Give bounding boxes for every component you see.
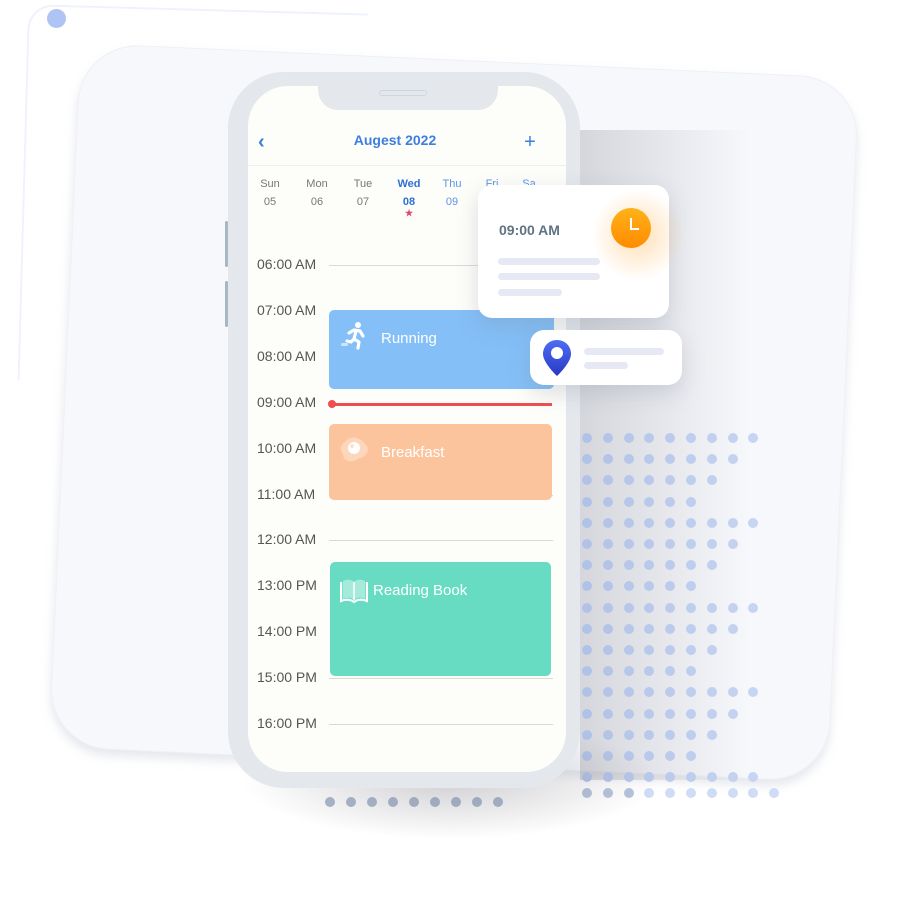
event-running[interactable]: Running bbox=[329, 310, 554, 389]
fried-egg-icon bbox=[340, 437, 368, 462]
running-person-icon bbox=[341, 322, 365, 350]
hour-label: 14:00 PM bbox=[257, 623, 317, 640]
pattern-dot bbox=[727, 788, 738, 798]
hour-gridline bbox=[329, 540, 553, 542]
hour-label: 16:00 PM bbox=[257, 715, 317, 731]
hour-label: 09:00 AM bbox=[257, 393, 317, 410]
volume-up-button bbox=[225, 221, 228, 267]
plus-icon: + bbox=[524, 131, 536, 153]
open-book-icon bbox=[340, 579, 368, 604]
hour-label: 10:00 AM bbox=[257, 439, 317, 456]
placeholder-line bbox=[584, 348, 664, 355]
day-thu[interactable]: Thu 09 bbox=[432, 178, 472, 208]
day-number: 05 bbox=[263, 196, 277, 208]
event-reading-book[interactable]: Reading Book bbox=[330, 562, 551, 676]
day-tue[interactable]: Tue 07 bbox=[343, 178, 383, 208]
hour-label: 13:00 PM bbox=[257, 577, 317, 594]
hour-label: 08:00 AM bbox=[257, 347, 317, 364]
day-mon[interactable]: Mon 06 bbox=[297, 178, 337, 208]
placeholder-line bbox=[498, 289, 562, 296]
hour-gridline bbox=[329, 678, 553, 680]
event-title: Reading Book bbox=[373, 582, 468, 599]
pattern-dot bbox=[706, 788, 717, 798]
clock-icon bbox=[611, 208, 651, 248]
day-name: Tue bbox=[353, 178, 373, 190]
hour-label: 12:00 AM bbox=[257, 531, 317, 548]
day-sun[interactable]: Sun 05 bbox=[250, 178, 290, 208]
event-title: Breakfast bbox=[381, 444, 445, 461]
day-number: 09 bbox=[445, 196, 459, 208]
day-number: 08 bbox=[402, 196, 416, 208]
reminder-time: 09:00 AM bbox=[499, 222, 560, 238]
event-breakfast[interactable]: Breakfast bbox=[329, 424, 552, 500]
decorative-dot bbox=[47, 9, 66, 28]
calendar-header: ‹ Augest 2022 + bbox=[248, 126, 566, 166]
volume-down-button bbox=[225, 281, 228, 327]
placeholder-line bbox=[498, 258, 600, 265]
day-number: 06 bbox=[310, 196, 324, 208]
pattern-dot bbox=[748, 788, 759, 798]
hour-label: 07:00 AM bbox=[257, 301, 317, 318]
location-pin-icon bbox=[543, 340, 571, 376]
current-time-dot bbox=[328, 400, 336, 408]
day-name: Mon bbox=[306, 178, 328, 190]
placeholder-line bbox=[498, 273, 600, 280]
day-number: 07 bbox=[356, 196, 370, 208]
pattern-dot bbox=[686, 788, 696, 798]
day-wed[interactable]: Wed 08 ★ bbox=[389, 178, 429, 218]
add-event-button[interactable]: + bbox=[520, 130, 540, 154]
selected-day-marker-icon: ★ bbox=[404, 208, 414, 218]
pattern-dot bbox=[769, 788, 780, 798]
phone-speaker bbox=[379, 90, 427, 96]
hour-label: 11:00 AM bbox=[257, 485, 316, 502]
time-reminder-card[interactable]: 09:00 AM bbox=[478, 185, 688, 318]
day-name: Wed bbox=[397, 178, 421, 190]
header-divider bbox=[248, 165, 566, 166]
month-title: Augest 2022 bbox=[353, 132, 437, 148]
hour-gridline bbox=[329, 724, 553, 725]
day-name: Thu bbox=[442, 178, 462, 190]
pattern-dot bbox=[665, 788, 676, 798]
location-card[interactable] bbox=[530, 330, 682, 385]
hour-label: 06:00 AM bbox=[257, 256, 317, 272]
placeholder-line bbox=[584, 362, 628, 369]
hour-label: 15:00 PM bbox=[257, 669, 317, 686]
day-name: Sun bbox=[260, 178, 280, 190]
event-title: Running bbox=[381, 330, 437, 347]
current-time-line bbox=[332, 403, 552, 406]
